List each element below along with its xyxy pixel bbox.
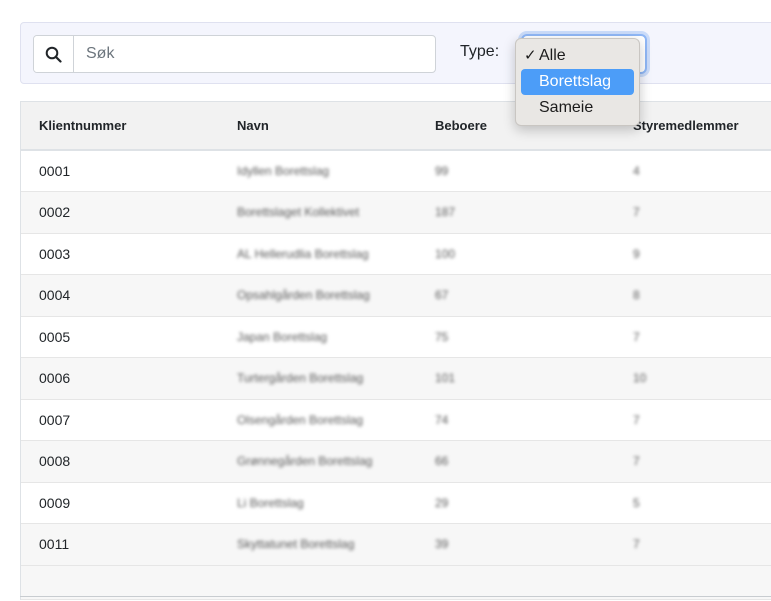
table-row[interactable]: 0009 Li Borettslag 29 5 (21, 482, 771, 524)
cell-navn: Olsengården Borettslag (237, 412, 364, 427)
table-row[interactable]: 0007 Olsengården Borettslag 74 7 (21, 399, 771, 441)
type-option-label: Sameie (539, 99, 594, 116)
empty-cell (21, 565, 219, 599)
cell-klientnummer: 0009 (39, 494, 71, 511)
cell-beboere: 75 (435, 329, 449, 344)
cell-klientnummer: 0011 (39, 536, 70, 553)
cell-navn: Li Borettslag (237, 495, 304, 510)
page: Type: ✓ Alle Borettslag Sameie Klientnum… (0, 0, 771, 601)
cell-styremedlemmer: 7 (633, 412, 640, 427)
search-icon (45, 46, 62, 63)
cell-klientnummer: 0002 (39, 204, 71, 221)
type-option-label: Borettslag (539, 73, 612, 90)
table-row[interactable]: 0003 AL Hellerudlia Borettslag 100 9 (21, 233, 771, 275)
type-dropdown-menu: ✓ Alle Borettslag Sameie (515, 38, 640, 126)
cell-klientnummer: 0001 (39, 163, 71, 179)
table-row[interactable]: 0011 Skyttatunet Borettslag 39 7 (21, 523, 771, 565)
cell-klientnummer: 0008 (39, 453, 71, 470)
header-klientnummer[interactable]: Klientnummer (21, 102, 219, 151)
cell-navn: Idyllen Borettslag (237, 164, 330, 178)
cell-styremedlemmer: 7 (633, 454, 640, 469)
cell-beboere: 39 (435, 537, 449, 552)
table-row[interactable]: 0004 Opsahlgården Borettslag 67 8 (21, 274, 771, 316)
cell-navn: Turtergården Borettslag (237, 371, 364, 386)
table-row[interactable]: 0001 Idyllen Borettslag 99 4 (21, 150, 771, 192)
cell-navn: Borettslaget Kollektivet (237, 205, 360, 220)
cell-beboere: 74 (435, 412, 449, 427)
cell-beboere: 67 (435, 288, 449, 303)
filter-bar: Type: (20, 22, 771, 84)
table-row[interactable]: 0002 Borettslaget Kollektivet 187 7 (21, 191, 771, 233)
cell-beboere: 100 (435, 246, 456, 261)
cell-styremedlemmer: 4 (633, 164, 640, 178)
cell-styremedlemmer: 5 (633, 495, 640, 510)
cell-klientnummer: 0006 (39, 370, 71, 387)
cell-styremedlemmer: 9 (633, 246, 640, 261)
cell-beboere: 29 (435, 495, 449, 510)
empty-cell (417, 565, 615, 599)
cell-navn: Japan Borettslag (237, 329, 328, 344)
table-row[interactable]: 0008 Grønnegården Borettslag 66 7 (21, 440, 771, 482)
cell-beboere: 66 (435, 454, 449, 469)
cell-klientnummer: 0007 (39, 411, 71, 428)
search-group (33, 35, 436, 73)
cell-beboere: 99 (435, 164, 449, 178)
type-option-label: Alle (539, 47, 566, 64)
search-button[interactable] (34, 36, 74, 72)
cell-styremedlemmer: 7 (633, 537, 640, 552)
cell-klientnummer: 0004 (39, 287, 71, 304)
clients-table: Klientnummer Navn Beboere Styremedlemmer… (20, 101, 771, 600)
cell-navn: Opsahlgården Borettslag (237, 288, 370, 303)
cell-klientnummer: 0003 (39, 245, 71, 262)
type-label: Type: (460, 43, 500, 60)
header-navn[interactable]: Navn (219, 102, 417, 151)
cell-styremedlemmer: 8 (633, 288, 640, 303)
type-option-borettslag[interactable]: Borettslag (521, 69, 634, 95)
cell-navn: Skyttatunet Borettslag (237, 537, 355, 552)
search-input[interactable] (74, 36, 435, 72)
cell-styremedlemmer: 7 (633, 205, 640, 220)
table-bottom-border (20, 596, 771, 597)
table-row[interactable]: 0005 Japan Borettslag 75 7 (21, 316, 771, 358)
cell-beboere: 101 (435, 371, 456, 386)
cell-klientnummer: 0005 (39, 328, 71, 345)
cell-styremedlemmer: 10 (633, 371, 647, 386)
check-icon: ✓ (524, 47, 537, 64)
empty-cell (219, 565, 417, 599)
type-option-sameie[interactable]: Sameie (521, 95, 634, 121)
cell-beboere: 187 (435, 205, 456, 220)
cell-navn: Grønnegården Borettslag (237, 454, 373, 469)
empty-cell (615, 565, 771, 599)
cell-navn: AL Hellerudlia Borettslag (237, 246, 369, 261)
table-row[interactable]: 0006 Turtergården Borettslag 101 10 (21, 357, 771, 399)
cell-styremedlemmer: 7 (633, 329, 640, 344)
type-option-alle[interactable]: ✓ Alle (521, 43, 634, 69)
table-row-empty (21, 565, 771, 599)
table-header-row: Klientnummer Navn Beboere Styremedlemmer (21, 102, 771, 151)
